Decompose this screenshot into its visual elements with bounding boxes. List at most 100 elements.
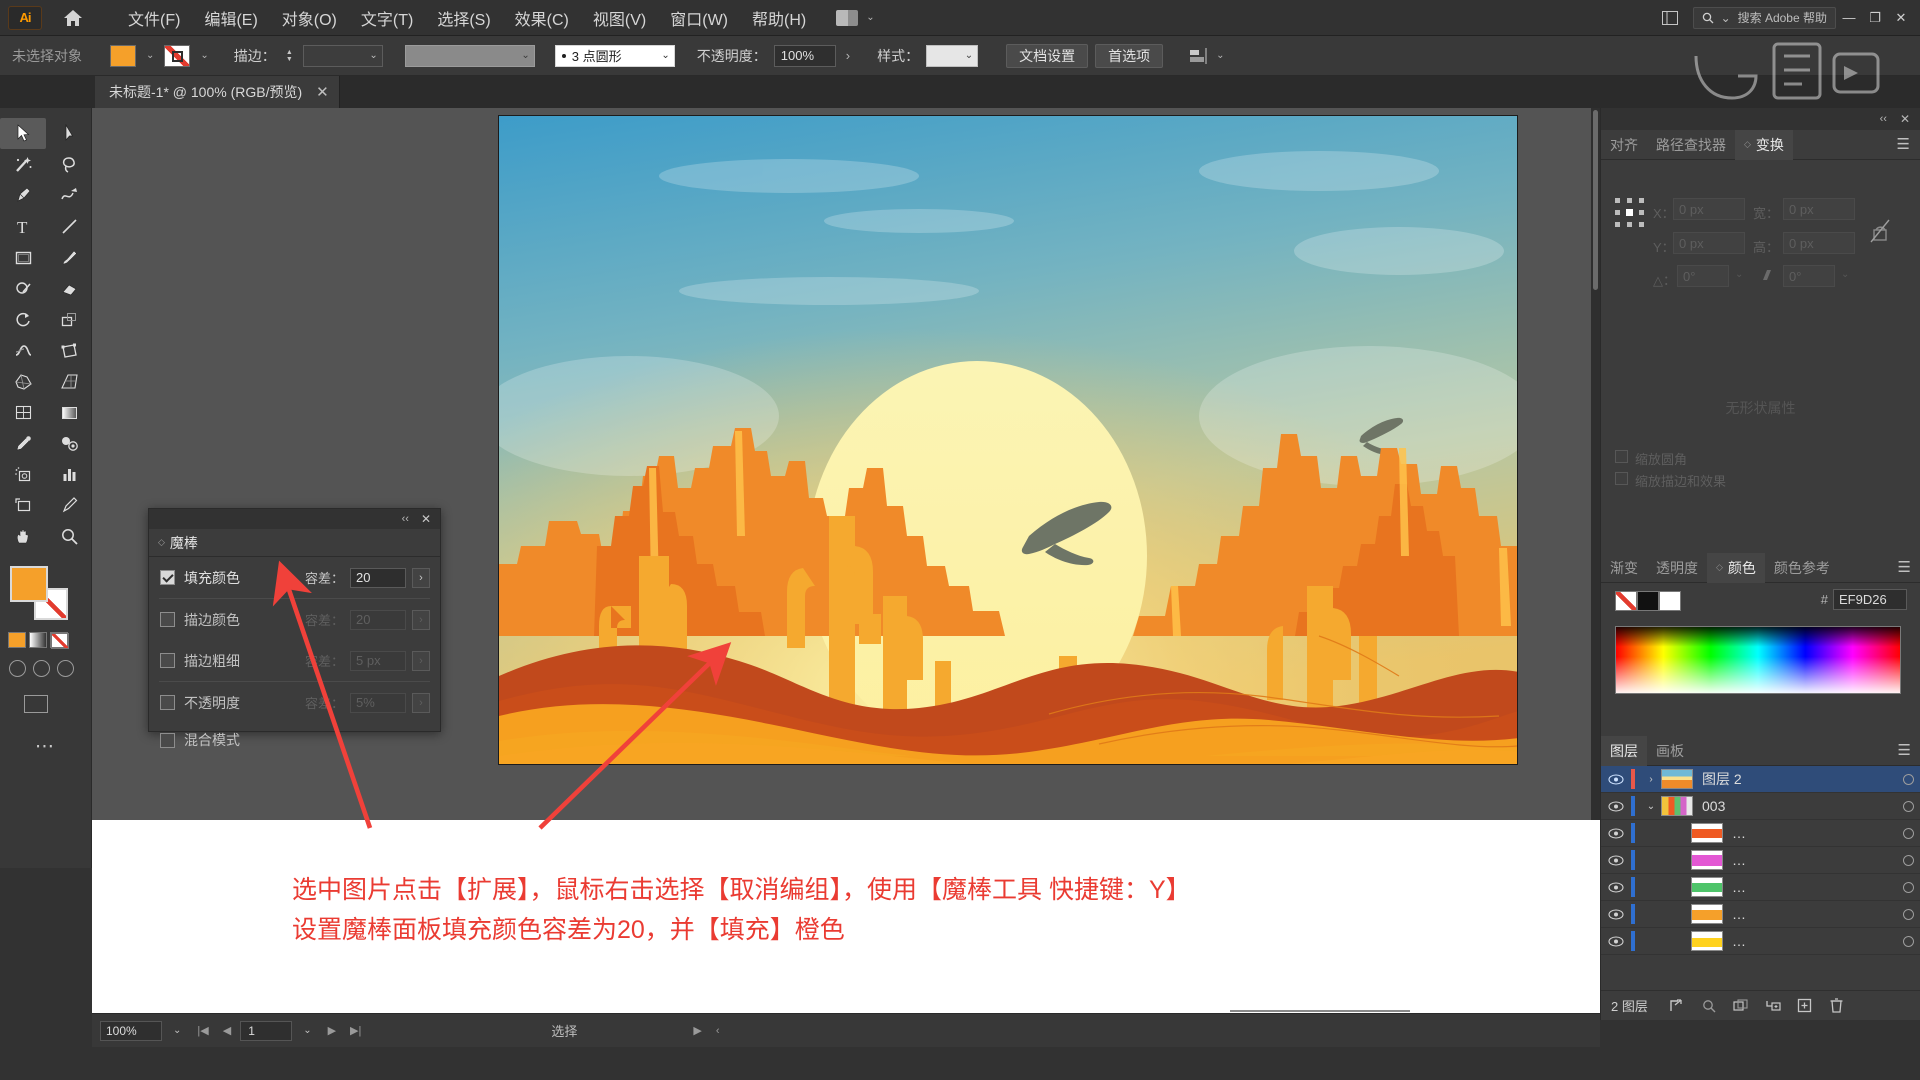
tool-magic-wand[interactable]	[0, 149, 46, 180]
tool-curvature[interactable]	[46, 180, 92, 211]
tool-paintbrush[interactable]	[46, 242, 92, 273]
stroke-chevron-icon[interactable]: ⌄	[197, 50, 211, 61]
artboard-chevron-icon[interactable]: ⌄	[296, 1025, 318, 1036]
white-color-swatch[interactable]	[1659, 591, 1681, 611]
tool-rectangle[interactable]	[0, 242, 46, 273]
lock-proportions-icon[interactable]	[1869, 218, 1891, 244]
zoom-level-input[interactable]: 100%	[100, 1020, 162, 1041]
color-spectrum[interactable]	[1615, 626, 1901, 694]
layer-visibility-icon[interactable]	[1601, 800, 1631, 812]
fill-stroke-indicator[interactable]	[10, 566, 72, 622]
tab-transparency[interactable]: 透明度	[1647, 553, 1707, 583]
tab-artboards[interactable]: 画板	[1647, 736, 1693, 766]
layer-target-icon[interactable]	[1895, 773, 1920, 785]
tab-align[interactable]: 对齐	[1601, 130, 1647, 160]
gradient-swatch-icon[interactable]	[29, 632, 47, 648]
tool-scale[interactable]	[46, 304, 92, 335]
magic-wand-row-opacity[interactable]: 不透明度 容差： 5% ›	[149, 682, 440, 723]
stroke-color-swatch[interactable]	[164, 44, 191, 67]
layer-target-icon[interactable]	[1895, 935, 1920, 947]
tool-pen[interactable]	[0, 180, 46, 211]
fill-tolerance-group[interactable]: 容差： 20 ›	[305, 567, 440, 588]
stroke-weight-dropdown[interactable]: ⌄	[302, 44, 383, 67]
tab-layers[interactable]: 图层	[1601, 735, 1647, 766]
draw-inside-icon[interactable]	[57, 660, 74, 677]
blend-mode-checkbox[interactable]	[160, 732, 175, 748]
stroke-color-checkbox[interactable]	[160, 612, 175, 627]
layer-target-icon[interactable]	[1895, 854, 1920, 866]
hex-field-group[interactable]: # EF9D26	[1821, 589, 1907, 610]
reference-point-selector[interactable]	[1615, 198, 1645, 228]
layer-name[interactable]: 003	[1702, 798, 1895, 814]
menu-window[interactable]: 窗口(W)	[658, 2, 740, 34]
fill-color-checkbox[interactable]	[160, 570, 175, 585]
menu-type[interactable]: 文字(T)	[349, 2, 425, 34]
transform-y-input[interactable]: 0 px	[1673, 232, 1745, 254]
layer-target-icon[interactable]	[1895, 800, 1920, 812]
magic-wand-row-stroke-color[interactable]: 描边颜色 容差： 20 ›	[149, 599, 440, 640]
layer-visibility-icon[interactable]	[1601, 881, 1631, 893]
transform-x-input[interactable]: 0 px	[1673, 198, 1745, 220]
opacity-checkbox[interactable]	[160, 695, 175, 710]
layer-row-sub-4[interactable]: …	[1601, 901, 1920, 928]
tool-perspective-grid[interactable]	[46, 366, 92, 397]
arrange-documents-icon[interactable]	[1657, 6, 1683, 30]
magic-wand-tab[interactable]: ◇ 魔棒	[149, 529, 440, 557]
magic-wand-row-fill-color[interactable]: 填充颜色 容差： 20 ›	[149, 557, 440, 598]
tool-line-segment[interactable]	[46, 211, 92, 242]
document-setup-button[interactable]: 文档设置	[1006, 43, 1089, 68]
menu-help[interactable]: 帮助(H)	[740, 2, 818, 34]
layer-name[interactable]: …	[1732, 825, 1895, 841]
preferences-button[interactable]: 首选项	[1095, 43, 1164, 68]
maximize-button[interactable]: ❐	[1862, 6, 1888, 30]
home-icon[interactable]	[56, 3, 90, 33]
tab-pathfinder[interactable]: 路径查找器	[1647, 130, 1735, 160]
zoom-chevron-icon[interactable]: ⌄	[166, 1025, 188, 1036]
create-sublayer-icon[interactable]	[1758, 994, 1788, 1018]
workspace-switcher[interactable]: ⌄	[836, 9, 877, 26]
close-button[interactable]: ✕	[1888, 6, 1914, 30]
color-panel-menu-icon[interactable]: ☰	[1898, 560, 1920, 575]
tool-eyedropper[interactable]	[0, 428, 46, 459]
drawing-modes[interactable]	[9, 660, 91, 677]
tool-eraser[interactable]	[46, 273, 92, 304]
stroke-profile-dropdown[interactable]: ⌄	[404, 44, 535, 67]
tool-zoom[interactable]	[46, 521, 92, 552]
tool-free-transform[interactable]	[46, 335, 92, 366]
tool-slice[interactable]	[46, 490, 92, 521]
transform-h-input[interactable]: 0 px	[1783, 232, 1855, 254]
layer-visibility-icon[interactable]	[1601, 854, 1631, 866]
menu-edit[interactable]: 编辑(E)	[192, 2, 269, 34]
transform-w-input[interactable]: 0 px	[1783, 198, 1855, 220]
layer-row-sub-1[interactable]: …	[1601, 820, 1920, 847]
tool-gradient[interactable]	[46, 397, 92, 428]
close-icon[interactable]: ✕	[421, 512, 431, 526]
fill-tolerance-input[interactable]: 20	[350, 567, 406, 588]
transform-panel-titlebar[interactable]: ‹‹ ✕	[1601, 108, 1920, 130]
tab-color[interactable]: ◇ 颜色	[1707, 552, 1765, 583]
layer-name[interactable]: …	[1732, 852, 1895, 868]
magic-wand-panel[interactable]: ‹‹ ✕ ◇ 魔棒 填充颜色 容差： 20 › 描边颜色 容差： 20 › 描边…	[148, 508, 441, 748]
hex-input[interactable]: EF9D26	[1833, 589, 1907, 610]
fill-indicator[interactable]	[10, 566, 48, 602]
document-tab[interactable]: 未标题-1* @ 100% (RGB/预览) ✕	[95, 76, 340, 108]
stroke-weight-checkbox[interactable]	[160, 653, 175, 668]
layer-row-sub-3[interactable]: …	[1601, 874, 1920, 901]
tool-shape-builder[interactable]	[0, 366, 46, 397]
prev-artboard-icon[interactable]: ◀	[218, 1024, 236, 1037]
first-artboard-icon[interactable]: |◀	[192, 1024, 213, 1037]
tool-blend[interactable]	[46, 428, 92, 459]
layer-visibility-icon[interactable]	[1601, 773, 1631, 785]
opacity-expand-icon[interactable]: ›	[843, 48, 853, 63]
canvas-vertical-scrollbar[interactable]	[1591, 108, 1600, 820]
close-icon[interactable]: ✕	[1900, 112, 1910, 126]
scale-strokes-checkbox[interactable]	[1615, 472, 1628, 485]
brush-profile-dropdown[interactable]: 3 点圆形 ⌄	[554, 44, 675, 67]
collapse-icon[interactable]: ‹‹	[402, 513, 409, 525]
magic-wand-panel-titlebar[interactable]: ‹‹ ✕	[149, 509, 440, 529]
layer-row-sub-2[interactable]: …	[1601, 847, 1920, 874]
tab-gradient[interactable]: 渐变	[1601, 553, 1647, 583]
chevron-down-icon[interactable]: ⌄	[1735, 269, 1743, 280]
panel-menu-icon[interactable]: ☰	[1897, 137, 1920, 152]
layer-target-icon[interactable]	[1895, 881, 1920, 893]
